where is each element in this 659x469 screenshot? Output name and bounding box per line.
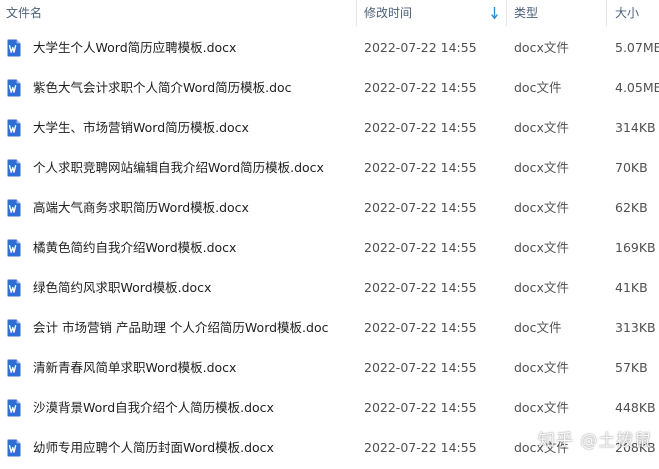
column-header-type[interactable]: 类型 [514, 0, 538, 26]
wps-word-document-icon [7, 199, 21, 217]
file-modified-date: 2022-07-22 14:55 [364, 360, 477, 375]
wps-word-document-icon [7, 119, 21, 137]
wps-word-document-icon [7, 39, 21, 57]
file-row[interactable]: 清新青春风简单求职Word模板.docx 2022-07-22 14:55 do… [0, 348, 659, 388]
file-row[interactable]: 绿色简约风求职Word模板.docx 2022-07-22 14:55 docx… [0, 268, 659, 308]
file-name: 幼师专用应聘个人简历封面Word模板.docx [33, 440, 274, 455]
file-size: 314KB [615, 120, 656, 135]
file-type: doc文件 [514, 320, 562, 335]
file-row[interactable]: 橘黄色简约自我介绍Word模板.docx 2022-07-22 14:55 do… [0, 228, 659, 268]
file-modified-date: 2022-07-22 14:55 [364, 40, 477, 55]
wps-word-document-icon [7, 279, 21, 297]
file-name: 绿色简约风求职Word模板.docx [33, 280, 212, 295]
file-name: 大学生、市场营销Word简历模板.docx [33, 120, 249, 135]
file-size: 169KB [615, 240, 656, 255]
file-type: docx文件 [514, 40, 569, 55]
column-divider[interactable] [606, 0, 607, 26]
column-header-name[interactable]: 文件名 [6, 0, 42, 26]
file-size: 313KB [615, 320, 656, 335]
wps-word-document-icon [7, 239, 21, 257]
wps-word-document-icon [7, 159, 21, 177]
file-row[interactable]: 大学生个人Word简历应聘模板.docx 2022-07-22 14:55 do… [0, 28, 659, 68]
file-name: 会计 市场营销 产品助理 个人介绍简历Word模板.doc [33, 320, 329, 335]
file-size: 57KB [615, 360, 648, 375]
file-size: 5.07MB [615, 40, 659, 55]
file-row[interactable]: 沙漠背景Word自我介绍个人简历模板.docx 2022-07-22 14:55… [0, 388, 659, 428]
file-explorer: 文件名 修改时间 类型 大小 大学生个人Word简历应聘模板.docx 2022… [0, 0, 659, 469]
file-name: 清新青春风简单求职Word模板.docx [33, 360, 237, 375]
file-type: docx文件 [514, 160, 569, 175]
file-type: docx文件 [514, 240, 569, 255]
down-arrow-icon [491, 7, 498, 20]
file-size: 62KB [615, 200, 648, 215]
wps-word-document-icon [7, 359, 21, 377]
file-type: doc文件 [514, 80, 562, 95]
file-type: docx文件 [514, 280, 569, 295]
file-size: 4.05MB [615, 80, 659, 95]
file-modified-date: 2022-07-22 14:55 [364, 400, 477, 415]
file-row[interactable]: 高端大气商务求职简历Word模板.docx 2022-07-22 14:55 d… [0, 188, 659, 228]
file-type: docx文件 [514, 120, 569, 135]
column-divider[interactable] [506, 0, 507, 26]
file-modified-date: 2022-07-22 14:55 [364, 80, 477, 95]
file-name: 紫色大气会计求职个人简介Word简历模板.doc [33, 80, 292, 95]
file-type: docx文件 [514, 360, 569, 375]
file-modified-date: 2022-07-22 14:55 [364, 240, 477, 255]
file-modified-date: 2022-07-22 14:55 [364, 280, 477, 295]
file-type: docx文件 [514, 200, 569, 215]
file-name: 沙漠背景Word自我介绍个人简历模板.docx [33, 400, 274, 415]
column-divider[interactable] [356, 0, 357, 26]
watermark: 知乎 @土拨鼠 [538, 431, 653, 451]
file-row[interactable]: 大学生、市场营销Word简历模板.docx 2022-07-22 14:55 d… [0, 108, 659, 148]
file-size: 70KB [615, 160, 648, 175]
file-name: 高端大气商务求职简历Word模板.docx [33, 200, 249, 215]
file-modified-date: 2022-07-22 14:55 [364, 160, 477, 175]
file-row[interactable]: 紫色大气会计求职个人简介Word简历模板.doc 2022-07-22 14:5… [0, 68, 659, 108]
file-name: 个人求职竞聘网站编辑自我介绍Word简历模板.docx [33, 160, 324, 175]
wps-word-document-icon [7, 439, 21, 457]
file-modified-date: 2022-07-22 14:55 [364, 440, 477, 455]
file-modified-date: 2022-07-22 14:55 [364, 120, 477, 135]
file-name: 大学生个人Word简历应聘模板.docx [33, 40, 237, 55]
wps-word-document-icon [7, 399, 21, 417]
file-modified-date: 2022-07-22 14:55 [364, 200, 477, 215]
column-header-size[interactable]: 大小 [615, 0, 639, 26]
column-header: 文件名 修改时间 类型 大小 [0, 0, 659, 26]
file-modified-date: 2022-07-22 14:55 [364, 320, 477, 335]
file-size: 448KB [615, 400, 656, 415]
file-row[interactable]: 个人求职竞聘网站编辑自我介绍Word简历模板.docx 2022-07-22 1… [0, 148, 659, 188]
file-row[interactable]: 会计 市场营销 产品助理 个人介绍简历Word模板.doc 2022-07-22… [0, 308, 659, 348]
wps-word-document-icon [7, 319, 21, 337]
file-name: 橘黄色简约自我介绍Word模板.docx [33, 240, 237, 255]
column-header-date[interactable]: 修改时间 [364, 0, 412, 26]
wps-word-document-icon [7, 79, 21, 97]
file-type: docx文件 [514, 400, 569, 415]
file-size: 41KB [615, 280, 648, 295]
